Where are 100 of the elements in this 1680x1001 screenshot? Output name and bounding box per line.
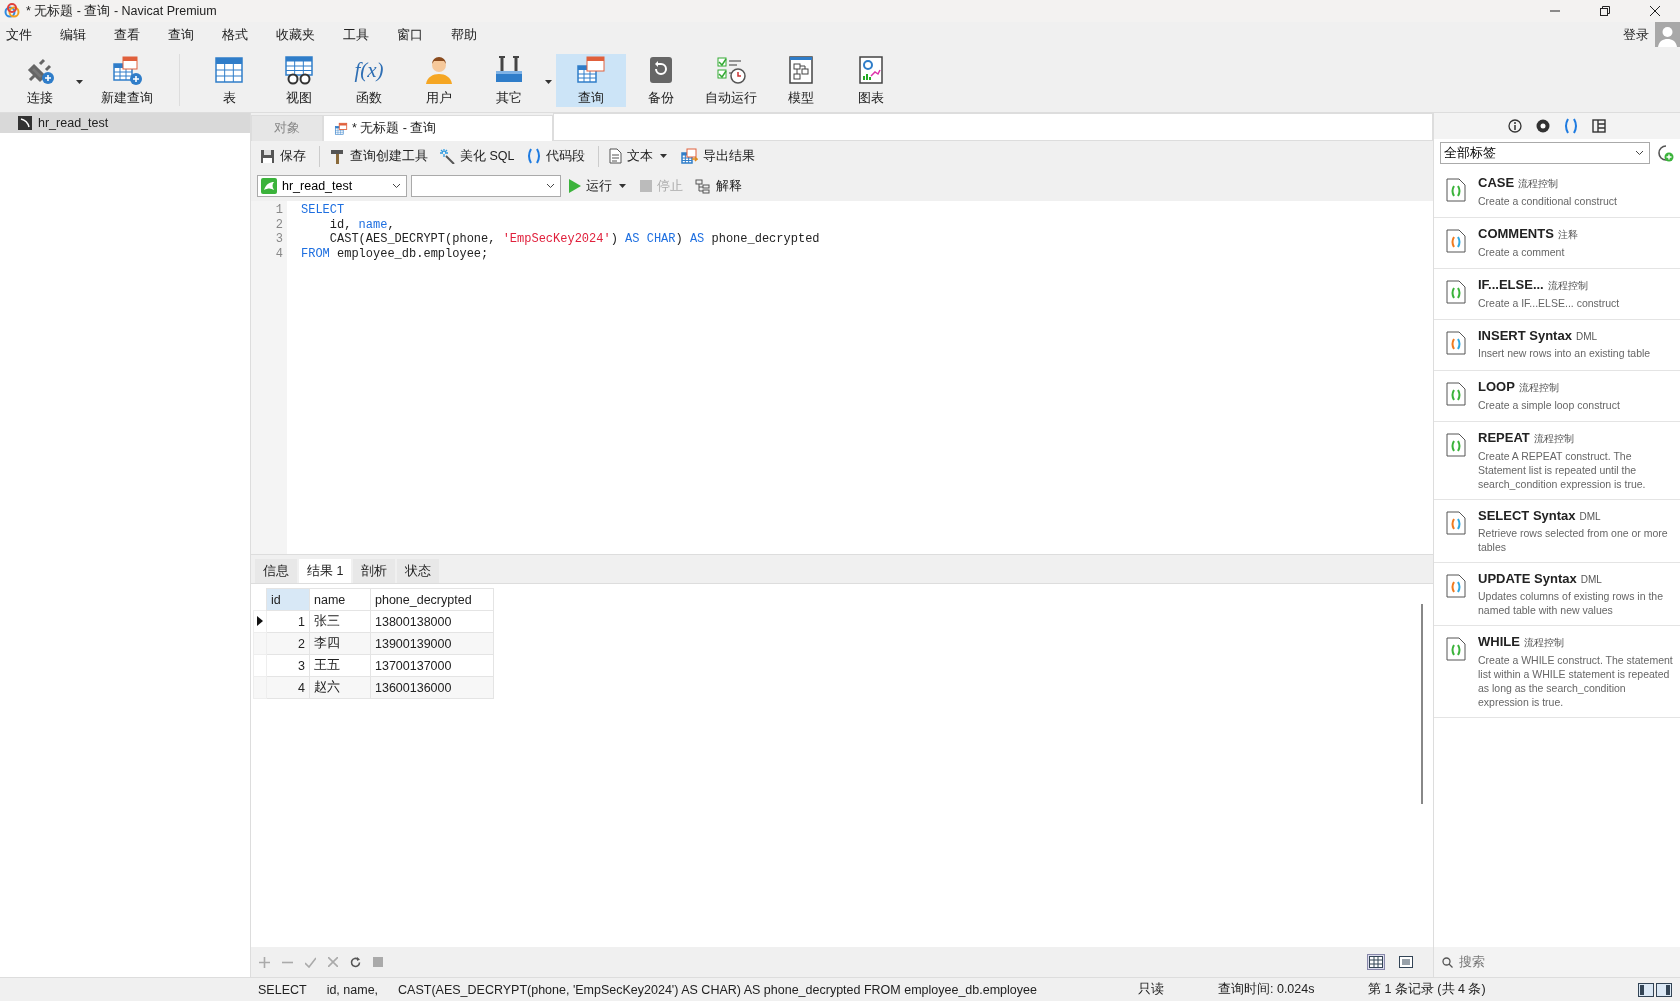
- row-header-cell[interactable]: [253, 654, 267, 677]
- column-header[interactable]: id: [266, 588, 310, 611]
- code-line: SELECT: [301, 203, 346, 218]
- toolbar-button[interactable]: 备份: [626, 53, 696, 107]
- toolbar-button[interactable]: 其它: [474, 53, 556, 107]
- panel-tab[interactable]: [1590, 117, 1608, 135]
- toolbar-button[interactable]: 表: [194, 53, 264, 107]
- snippet-tag: 流程控制: [1533, 433, 1574, 444]
- grid-view-button[interactable]: [1367, 954, 1385, 970]
- search-field[interactable]: 搜索: [1457, 954, 1661, 970]
- toolbar-button[interactable]: 模型: [766, 53, 836, 107]
- snippet-title[interactable]: COMMENTS: [1478, 226, 1554, 241]
- line-number: 4: [274, 246, 284, 261]
- snippet-title[interactable]: WHILE: [1478, 634, 1520, 649]
- toolbar-button[interactable]: 新建查询: [87, 53, 167, 107]
- tab[interactable]: 剖析: [353, 559, 396, 583]
- table-cell: 3: [266, 654, 310, 677]
- right-panel-icon[interactable]: [1656, 982, 1672, 997]
- snippet-file-icon: [1446, 331, 1466, 355]
- snippet-title[interactable]: REPEAT: [1478, 430, 1530, 445]
- row-header-cell[interactable]: [253, 632, 267, 655]
- row-header-cell[interactable]: [253, 676, 267, 699]
- toolbar-button[interactable]: 查询创建工具: [319, 145, 431, 167]
- snippet-file-icon: [1446, 382, 1466, 406]
- caret-icon[interactable]: [76, 79, 83, 84]
- refresh-add-icon[interactable]: [1656, 144, 1674, 162]
- table-cell: 张三: [309, 610, 371, 633]
- tag-filter-select[interactable]: 全部标签: [1440, 142, 1650, 164]
- row-header-cell[interactable]: [253, 610, 267, 633]
- snippet-title[interactable]: IF...ELSE...: [1478, 277, 1544, 292]
- form-view-button[interactable]: [1397, 954, 1415, 970]
- toolbar-button[interactable]: 自动运行: [696, 53, 766, 107]
- toolbar-button[interactable]: 用户: [404, 53, 474, 107]
- code-line: FROM employee_db.employee;: [301, 246, 490, 261]
- panel-tab[interactable]: [1506, 117, 1524, 135]
- snippet-file-icon: [1446, 280, 1466, 304]
- toolbar-button[interactable]: 导出结果: [677, 145, 758, 167]
- snippet-title[interactable]: CASE: [1478, 175, 1515, 190]
- toolbar-button[interactable]: 保存: [257, 145, 309, 167]
- toolbar-button[interactable]: f(x) 函数: [334, 53, 404, 107]
- tab[interactable]: * 无标题 - 查询: [323, 115, 553, 141]
- snippet-tag: 流程控制: [1518, 382, 1559, 393]
- app-logo-icon: [4, 3, 20, 19]
- close-icon[interactable]: [1650, 6, 1660, 16]
- snippet-description: Create a IF...ELSE... construct: [1478, 296, 1620, 310]
- code-line: CAST(AES_DECRYPT(phone, 'EmpSecKey2024') AS CHAR) AS phone_decrypted: [328, 232, 820, 247]
- menu-item[interactable]: 窗口: [397, 26, 439, 44]
- tab[interactable]: 信息: [255, 559, 297, 583]
- tab[interactable]: 结果 1: [299, 559, 352, 583]
- login-link[interactable]: 登录: [1623, 26, 1649, 44]
- menu-item[interactable]: 格式: [222, 26, 264, 44]
- tab[interactable]: 状态: [397, 559, 440, 583]
- snippet-title[interactable]: UPDATE Syntax: [1478, 571, 1577, 586]
- restore-icon[interactable]: [1600, 6, 1610, 16]
- menu-item[interactable]: 编辑: [60, 26, 102, 44]
- menu-item[interactable]: 查询: [168, 26, 210, 44]
- menu-item[interactable]: 帮助: [451, 26, 493, 44]
- toolbar-button[interactable]: 图表: [836, 53, 906, 107]
- check-icon[interactable]: [305, 956, 316, 968]
- caret-icon[interactable]: [545, 79, 552, 84]
- refresh-icon[interactable]: [350, 956, 361, 968]
- braces-icon: [526, 148, 541, 164]
- column-header[interactable]: name: [309, 588, 371, 611]
- caret-icon[interactable]: [659, 154, 667, 158]
- snippet-title[interactable]: LOOP: [1478, 379, 1515, 394]
- toolbar-button[interactable]: 文本: [597, 145, 672, 167]
- toolbar-button[interactable]: 运行: [565, 175, 632, 197]
- toolbar-button[interactable]: 代码段: [523, 145, 588, 167]
- table-cell: 1: [266, 610, 310, 633]
- column-header[interactable]: phone_decrypted: [370, 588, 494, 611]
- connection-icon: [18, 116, 32, 130]
- search-icon: [1442, 956, 1453, 968]
- toolbar-button[interactable]: 解释: [691, 175, 746, 197]
- table-add-icon: [111, 53, 143, 86]
- toolbar-button[interactable]: 美化 SQL: [437, 145, 518, 167]
- search-field[interactable]: 搜索: [1434, 947, 1680, 977]
- snippet-title[interactable]: SELECT Syntax: [1478, 508, 1576, 523]
- scrollbar[interactable]: [1421, 604, 1423, 804]
- left-panel-icon[interactable]: [1638, 982, 1654, 997]
- snippet-title[interactable]: INSERT Syntax: [1478, 328, 1572, 343]
- menu-item[interactable]: 工具: [343, 26, 385, 44]
- panel-tab[interactable]: [1534, 117, 1552, 135]
- hammer-icon: [330, 148, 345, 164]
- play-icon: [569, 179, 581, 193]
- menu-item[interactable]: 查看: [114, 26, 156, 44]
- snippet-tag: DML: [1580, 574, 1602, 585]
- connection-item[interactable]: hr_read_test: [0, 113, 250, 133]
- chevron-icon: [1635, 150, 1644, 156]
- toolbar-button[interactable]: 连接: [5, 53, 87, 107]
- menu-item[interactable]: 文件: [6, 26, 48, 44]
- toolbar-button[interactable]: 查询: [556, 53, 626, 107]
- toolbar-button[interactable]: 视图: [264, 53, 334, 107]
- connection-select[interactable]: hr_read_test: [257, 175, 407, 197]
- snippet-tag: 流程控制: [1523, 637, 1564, 648]
- status-query-time: 查询时间: 0.024s: [1218, 981, 1316, 998]
- menu-item[interactable]: 收藏夹: [276, 26, 331, 44]
- caret-icon[interactable]: [619, 184, 626, 188]
- chevron-icon: [546, 183, 555, 189]
- line-number: 3: [274, 232, 284, 247]
- code-line: id, name,: [328, 217, 396, 232]
